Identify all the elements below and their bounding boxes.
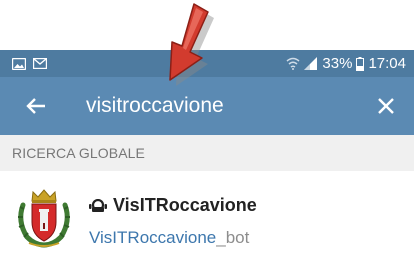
coat-of-arms-icon [14,188,74,248]
close-icon [378,98,394,114]
annotation-arrow-icon [169,3,214,86]
back-arrow-icon [26,98,45,114]
battery-percent: 33% [322,55,353,72]
status-left-icons [12,57,47,70]
clock: 17:04 [368,55,406,72]
battery-icon [356,56,365,71]
result-title: VisITRoccavione [89,195,257,216]
section-header-global-search: RICERCA GLOBALE [0,135,414,171]
clear-search-button[interactable] [372,92,400,120]
signal-icon [304,57,318,70]
gallery-icon [12,57,26,70]
result-username: VisITRoccavione_bot [89,228,249,248]
bot-icon [89,198,107,212]
result-name: VisITRoccavione [113,195,257,215]
username-match: VisITRoccavione [89,228,217,247]
wifi-icon [286,57,300,70]
mail-icon [33,58,47,69]
username-rest: _bot [216,228,250,247]
status-right-icons: 33% 17:04 [286,55,406,72]
back-button[interactable] [22,92,50,120]
search-result-item[interactable]: VisITRoccavione VisITRoccavione_bot [0,171,414,253]
search-input[interactable] [86,94,372,118]
